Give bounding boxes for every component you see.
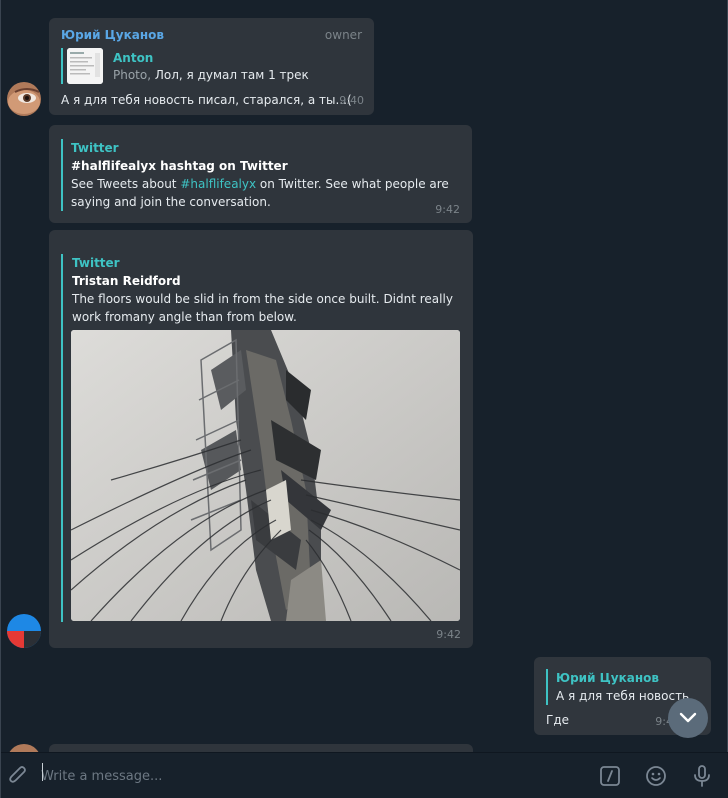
link-preview[interactable]: Twitter #halflifealyx hashtag on Twitter…	[61, 139, 456, 211]
message-time: 9:40	[339, 94, 364, 107]
reply-quote[interactable]: Юрий Цуканов А я для тебя новость	[546, 669, 696, 705]
preview-description: See Tweets about #halflifealyx on Twitte…	[71, 175, 456, 193]
chat-window: Юрий Цуканов owner Anton Photo, Лол, я д…	[0, 0, 728, 798]
emoji-icon[interactable]	[645, 765, 667, 787]
preview-desc-prefix: See Tweets about	[71, 177, 181, 191]
avatar[interactable]	[7, 744, 41, 752]
preview-text-line2: work fromany angle than from below.	[72, 310, 297, 324]
message-bubble[interactable]: Twitter #halflifealyx hashtag on Twitter…	[49, 125, 472, 223]
reply-photo-thumbnail	[67, 48, 103, 84]
preview-title: #halflifealyx hashtag on Twitter	[71, 159, 288, 173]
attach-icon[interactable]	[7, 765, 29, 787]
reply-preview: Photo, Лол, я думал там 1 трек	[113, 66, 309, 84]
hashtag-link[interactable]: #halflifealyx	[180, 177, 256, 191]
microphone-icon[interactable]	[691, 765, 713, 787]
message-bubble[interactable]	[49, 744, 473, 752]
reply-text: Лол, я думал там 1 трек	[154, 68, 309, 82]
sender-name[interactable]: Юрий Цуканов	[61, 26, 164, 44]
preview-desc-rest: on Twitter. See what people are	[256, 177, 449, 191]
bot-commands-icon[interactable]	[599, 765, 621, 787]
owner-badge: owner	[324, 28, 362, 42]
preview-title: Tristan Reidford	[72, 274, 181, 288]
message-time: 9:42	[435, 203, 460, 216]
avatar[interactable]	[7, 614, 41, 648]
avatar[interactable]	[7, 82, 41, 116]
preview-site-name: Twitter	[71, 141, 119, 155]
message-text: А я для тебя новость писал, старался, а …	[61, 93, 352, 107]
reply-author: Юрий Цуканов	[556, 671, 659, 685]
scroll-to-bottom-button[interactable]	[668, 698, 708, 738]
preview-description-line2: saying and join the conversation.	[71, 195, 271, 209]
message-bubble[interactable]: Юрий Цуканов owner Anton Photo, Лол, я д…	[49, 18, 374, 115]
preview-image[interactable]	[71, 330, 460, 621]
chevron-down-icon	[679, 709, 697, 728]
text-cursor	[42, 763, 43, 781]
message-bubble[interactable]: Twitter Tristan Reidford The floors woul…	[49, 230, 473, 648]
message-composer	[1, 752, 728, 798]
message-time: 9:42	[436, 628, 461, 641]
reply-author: Anton	[113, 51, 154, 65]
preview-text-line1: The floors would be slid in from the sid…	[72, 292, 453, 306]
reply-media-type: Photo,	[113, 68, 152, 82]
preview-site-name: Twitter	[72, 256, 120, 270]
message-input[interactable]	[41, 765, 581, 787]
message-text: Где	[546, 713, 569, 727]
message-list[interactable]: Юрий Цуканов owner Anton Photo, Лол, я д…	[1, 0, 728, 752]
